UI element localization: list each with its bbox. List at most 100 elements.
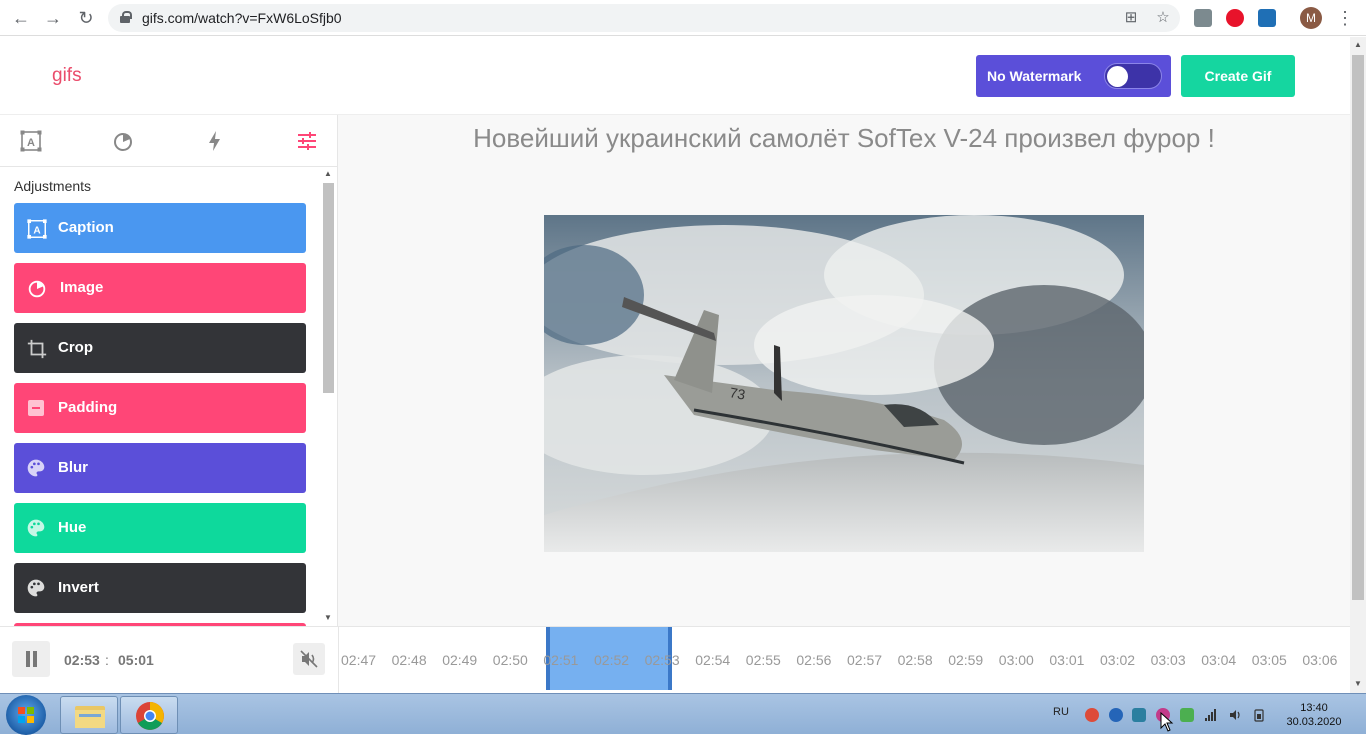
timeline-tick: 02:55 [745,652,781,668]
caption-tab-icon[interactable]: A [19,129,43,153]
address-bar[interactable]: gifs.com/watch?v=FxW6LoSfjb0 ⊞ ☆ [108,4,1180,32]
chrome-taskbar-button[interactable] [120,696,178,734]
volume-icon[interactable] [1228,708,1242,722]
bluetooth-icon[interactable] [1109,708,1123,722]
pause-button[interactable] [12,641,50,677]
scroll-up-icon[interactable]: ▲ [323,169,333,178]
no-watermark-toggle-button[interactable]: No Watermark [976,55,1171,97]
timeline-tick: 02:49 [442,652,478,668]
svg-text:A: A [27,137,35,149]
timeline-track[interactable]: 02:47 02:48 02:49 02:50 02:51 02:52 02:53 02:54… [338,627,1350,694]
security-shield-icon[interactable] [1180,708,1194,722]
timeline-tick: 02:51 [543,652,579,668]
timeline-tick: 02:56 [796,652,832,668]
system-clock[interactable]: 13:40 30.03.2020 [1286,701,1342,729]
timeline-tick: 02:52 [594,652,630,668]
svg-text:A: A [33,226,41,237]
timeline-tick: 02:57 [847,652,883,668]
effects-tab-icon[interactable] [203,129,227,153]
browser-menu-icon[interactable]: ⋮ [1336,6,1354,30]
palette-icon [26,518,46,538]
video-preview[interactable]: 73 [544,215,1144,552]
image-icon [26,278,46,298]
svg-text:73: 73 [728,384,746,402]
lock-icon [120,11,132,23]
site-header: gifs No Watermark Create Gif [0,37,1350,115]
back-arrow-icon[interactable]: ← [9,6,33,30]
timeline-tick: 02:48 [391,652,427,668]
language-indicator[interactable]: RU [1053,706,1069,718]
clock-time: 13:40 [1300,702,1328,714]
timeline-tick: 03:02 [1100,652,1136,668]
timeline-tick: 03:05 [1251,652,1287,668]
sidebar-scrollbar[interactable]: ▲ ▼ [320,167,336,626]
crop-label: Crop [58,339,93,356]
translate-icon[interactable]: ⊞ [1122,9,1140,27]
adjustments-heading: Adjustments [14,178,92,194]
timeline-tick: 02:54 [695,652,731,668]
blur-button[interactable]: Blur [14,443,306,493]
browser-toolbar: ← → ↻ gifs.com/watch?v=FxW6LoSfjb0 ⊞ ☆ M… [0,0,1366,36]
create-gif-button[interactable]: Create Gif [1181,55,1295,97]
adjustments-tab-icon[interactable] [295,129,319,153]
timeline-tick: 02:53 [644,652,680,668]
muted-speaker-icon [300,650,318,668]
clock-date: 30.03.2020 [1286,716,1342,728]
page-scroll-thumb[interactable] [1352,55,1364,600]
mute-button[interactable] [293,643,325,675]
mouse-cursor-icon [1160,712,1174,732]
blur-label: Blur [58,459,88,476]
windows-logo-icon [18,707,34,723]
image-label: Image [60,279,104,296]
battery-icon[interactable] [1252,708,1266,722]
caption-button[interactable]: A Caption [14,203,306,253]
start-button[interactable] [6,695,46,735]
page-scroll-down-icon[interactable]: ▼ [1353,679,1363,688]
forward-arrow-icon[interactable]: → [41,6,65,30]
hue-label: Hue [58,519,87,536]
bookmark-star-icon[interactable]: ☆ [1154,9,1172,27]
invert-label: Invert [58,579,99,596]
scroll-down-icon[interactable]: ▼ [323,613,333,622]
sidebar-tabs: A [0,115,338,167]
file-explorer-taskbar-button[interactable] [60,696,118,734]
extension-icon[interactable] [1194,9,1212,27]
caption-label: Caption [58,219,114,236]
palette-icon [26,578,46,598]
crop-button[interactable]: Crop [14,323,306,373]
hue-button[interactable]: Hue [14,503,306,553]
adblock-extension-icon[interactable] [1226,9,1244,27]
page-scroll-up-icon[interactable]: ▲ [1353,40,1363,49]
chrome-tray-icon[interactable] [1085,708,1099,722]
image-tab-icon[interactable] [111,129,135,153]
watermark-toggle[interactable] [1104,63,1162,89]
url-text[interactable]: gifs.com/watch?v=FxW6LoSfjb0 [142,10,342,26]
time-separator: : [105,652,109,668]
palette-icon [26,458,46,478]
padding-icon [26,398,46,418]
crop-icon [26,338,47,359]
padding-label: Padding [58,399,118,416]
timeline-tick: 03:01 [1049,652,1085,668]
site-logo[interactable]: gifs [52,65,82,87]
sidebar-scroll-thumb[interactable] [323,183,334,393]
timeline-tick: 03:06 [1302,652,1338,668]
timeline-tick: 03:03 [1150,652,1186,668]
page-scrollbar[interactable]: ▲ ▼ [1350,37,1366,693]
app-tray-icon[interactable] [1132,708,1146,722]
chrome-icon [136,702,164,730]
extension-s-icon[interactable] [1258,9,1276,27]
folder-icon [75,706,105,728]
reload-icon[interactable]: ↻ [74,6,98,30]
profile-avatar[interactable]: M [1300,7,1322,29]
page: gifs No Watermark Create Gif A Adjustmen… [0,37,1350,694]
invert-button[interactable]: Invert [14,563,306,613]
padding-button[interactable]: Padding [14,383,306,433]
image-button[interactable]: Image [14,263,306,313]
no-watermark-label: No Watermark [987,68,1082,84]
toggle-knob [1107,66,1128,87]
network-signal-icon[interactable] [1204,708,1218,722]
timeline-tick: 03:00 [998,652,1034,668]
player-timeline: 02:53 : 05:01 02:47 02:48 02:49 02:50 02:51 0… [0,626,1350,694]
caption-icon: A [26,218,47,239]
